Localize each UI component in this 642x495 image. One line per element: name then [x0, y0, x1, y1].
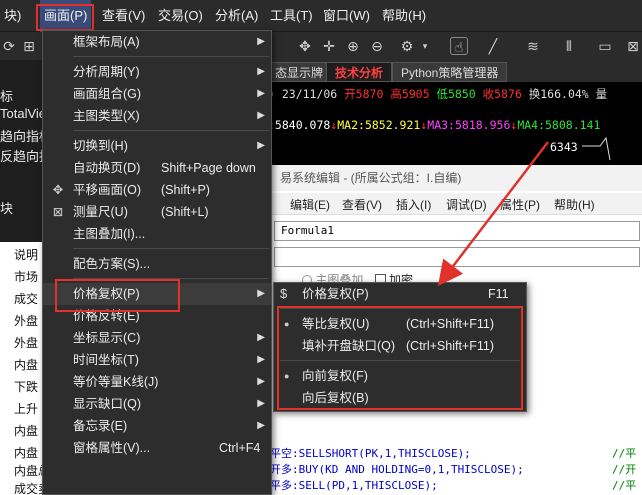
app-window: 块) 画面(P) 查看(V) 交易(O) 分析(A) 工具(T) 窗口(W) 帮…	[0, 0, 642, 495]
annotation-arrow	[437, 141, 549, 286]
